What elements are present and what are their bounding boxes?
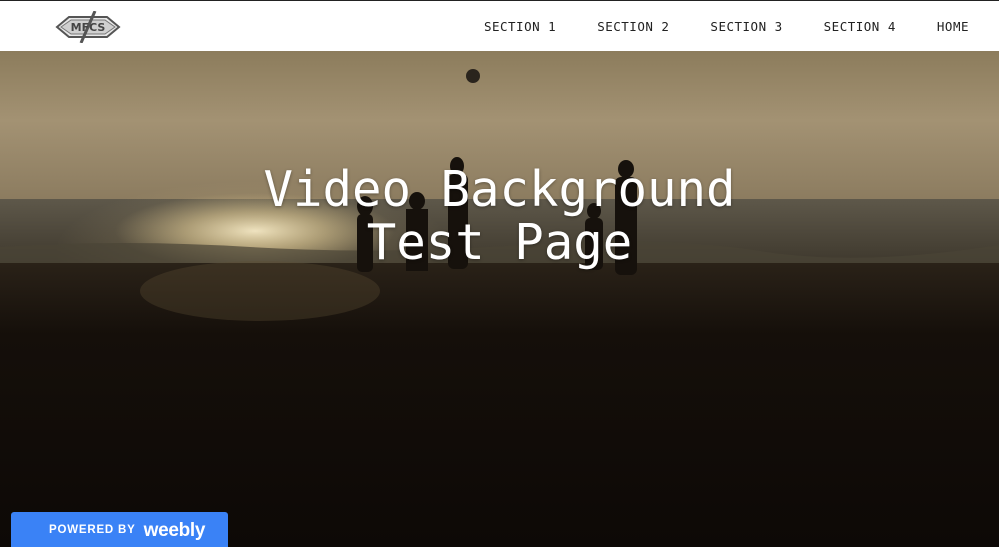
hero-title-line-1: Video Background: [263, 161, 736, 218]
nav-section-1[interactable]: SECTION 1: [484, 19, 556, 34]
nav-section-4[interactable]: SECTION 4: [824, 19, 896, 34]
top-navigation-bar: MFCS SECTION 1 SECTION 2 SECTION 3 SECTI…: [0, 0, 999, 51]
main-nav: SECTION 1 SECTION 2 SECTION 3 SECTION 4 …: [443, 1, 969, 52]
hero-title-line-2: Test Page: [366, 214, 633, 271]
video-background-hero: Video Background Test Page: [0, 51, 999, 547]
hero-title: Video Background Test Page: [0, 163, 999, 269]
page: MFCS SECTION 1 SECTION 2 SECTION 3 SECTI…: [0, 0, 999, 547]
nav-section-2[interactable]: SECTION 2: [597, 19, 669, 34]
ball-icon: [466, 69, 480, 83]
powered-by-label: POWERED BY: [49, 524, 136, 536]
nav-section-3[interactable]: SECTION 3: [710, 19, 782, 34]
site-logo[interactable]: MFCS: [55, 10, 121, 44]
powered-by-weebly-badge[interactable]: POWERED BY weebly: [11, 512, 228, 547]
nav-home[interactable]: HOME: [937, 19, 969, 34]
logo-text: MFCS: [71, 21, 106, 34]
weebly-logo-text: weebly: [143, 520, 206, 541]
beach-sunset-video-frame: [0, 51, 999, 547]
mfcs-logo-icon: MFCS: [55, 10, 121, 44]
